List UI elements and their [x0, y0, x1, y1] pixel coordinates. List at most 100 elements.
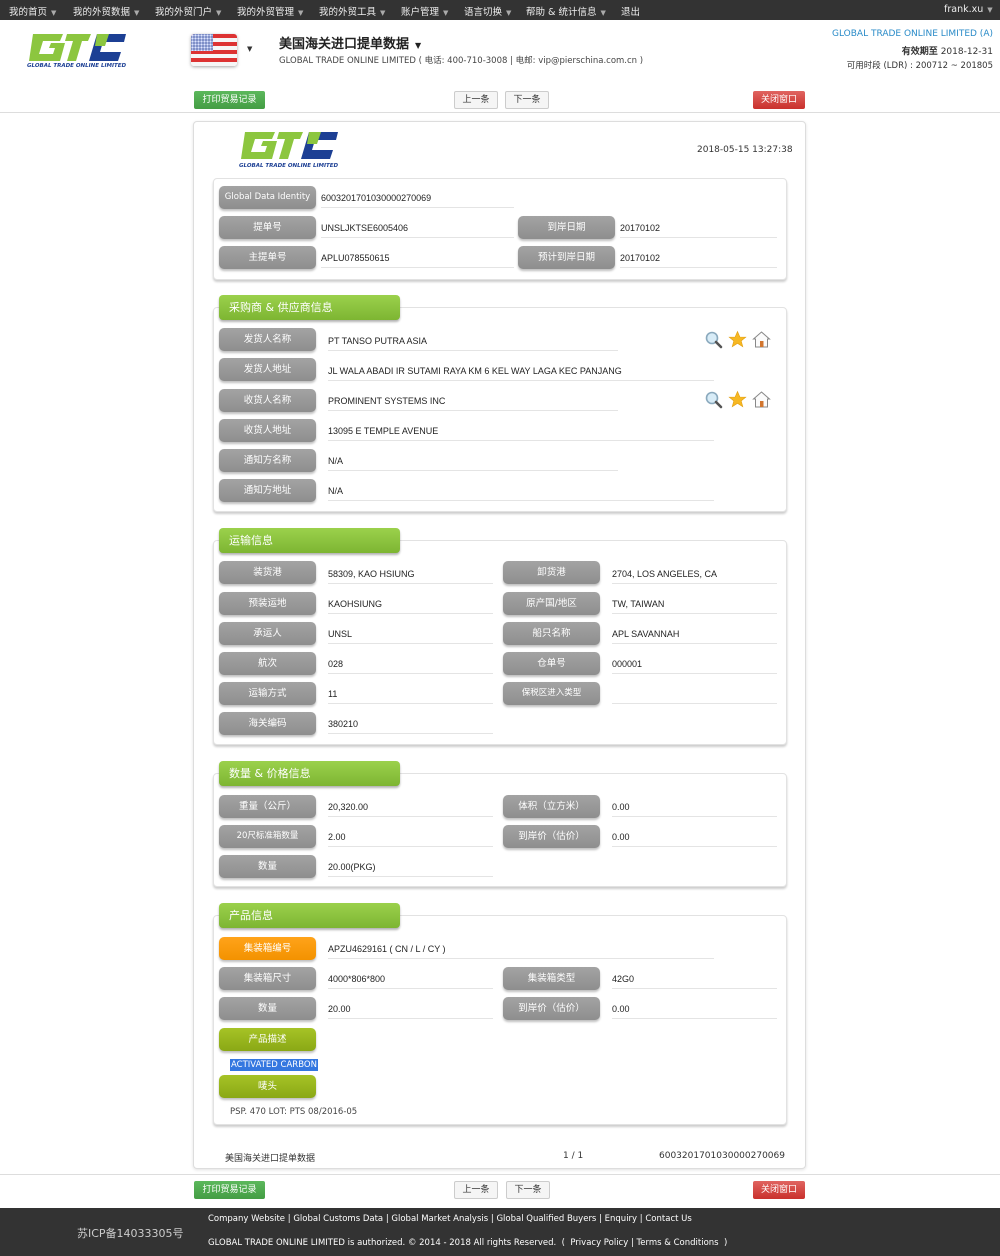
container-number-value: APZU4629161 ( CN / L / CY ) [328, 942, 714, 959]
transport-mode-value: 11 [328, 687, 493, 704]
product-description-label: 产品描述 [219, 1028, 316, 1051]
bol-value: UNSLJKTSE6005406 [321, 221, 514, 238]
contact-info: GLOBAL TRADE ONLINE LIMITED ( 电话: 400-71… [279, 56, 644, 66]
footer-link-global-market-analysis[interactable]: Global Market Analysis [391, 1214, 488, 1224]
expiry-date: 2018-12-31 [940, 47, 993, 57]
record-id: 6003201701030000270069 [659, 1151, 785, 1161]
next-record-button-bottom[interactable]: 下一条 [506, 1181, 550, 1199]
terms-link[interactable]: Terms & Conditions [637, 1238, 719, 1248]
nav-account[interactable]: 账户管理 ▼ [401, 4, 448, 18]
logo-caption: GLOBAL TRADE ONLINE LIMITED [239, 163, 339, 169]
search-icon[interactable] [704, 390, 723, 409]
gto-logo[interactable]: GLOBAL TRADE ONLINE LIMITED [25, 28, 130, 75]
nav-language-label: 语言切换 [464, 7, 503, 18]
origin-label: 原产国/地区 [503, 592, 600, 615]
icp-number: 苏ICP备14033305号 [77, 1227, 184, 1240]
chevron-down-icon: ▼ [134, 9, 140, 17]
page-indicator: 1 / 1 [563, 1151, 584, 1161]
chevron-down-icon: ▼ [415, 41, 422, 50]
est-arrival-label: 预计到岸日期 [518, 246, 615, 269]
nav-account-label: 账户管理 [401, 7, 440, 18]
nav-help-stats[interactable]: 帮助 & 统计信息 ▼ [526, 4, 606, 18]
divider [0, 112, 1000, 113]
privacy-policy-link[interactable]: Privacy Policy [570, 1238, 628, 1248]
consignee-name-label: 收货人名称 [219, 389, 316, 412]
nav-home[interactable]: 我的首页 ▼ [9, 4, 56, 18]
teu-label: 20尺标准箱数量 [219, 825, 316, 848]
prev-record-button[interactable]: 上一条 [454, 91, 498, 109]
shipper-actions [704, 330, 771, 349]
nav-trade-tools[interactable]: 我的外贸工具 ▼ [319, 4, 385, 18]
nav-trade-tools-label: 我的外贸工具 [319, 7, 377, 18]
star-icon[interactable] [728, 330, 747, 349]
chevron-down-icon: ▼ [51, 9, 57, 17]
carrier-value: UNSL [328, 627, 493, 644]
cif-value-label: 到岸价（估价） [503, 825, 600, 848]
product-value-value: 0.00 [612, 1002, 777, 1019]
top-navigation-bar: 我的首页 ▼ 我的外贸数据 ▼ 我的外贸门户 ▼ 我的外贸管理 ▼ 我的外贸工具 ▼ 账户… [0, 0, 1000, 20]
user-menu[interactable]: frank.xu ▼ [944, 4, 993, 15]
page-title[interactable]: 美国海关进口提单数据 ▼ [279, 33, 421, 52]
us-flag-icon[interactable] [191, 34, 237, 66]
nav-help-stats-label: 帮助 & 统计信息 [526, 7, 597, 18]
close-window-button-bottom[interactable]: 关闭窗口 [753, 1181, 805, 1199]
footer-link-company-website[interactable]: Company Website [208, 1214, 285, 1224]
pre-carriage-value: KAOHSIUNG [328, 597, 493, 614]
home-icon[interactable] [752, 390, 771, 409]
prev-record-button-bottom[interactable]: 上一条 [454, 1181, 498, 1199]
shipper-address-value: JL WALA ABADI IR SUTAMI RAYA KM 6 KEL WA… [328, 364, 714, 381]
nav-language[interactable]: 语言切换 ▼ [464, 4, 511, 18]
copyright: GLOBAL TRADE ONLINE LIMITED is authorize… [208, 1238, 728, 1248]
bonded-type-value [612, 687, 777, 704]
consignee-address-label: 收货人地址 [219, 419, 316, 442]
voyage-value: 028 [328, 657, 493, 674]
container-type-label: 集装箱类型 [503, 967, 600, 990]
star-icon[interactable] [728, 390, 747, 409]
print-record-button[interactable]: 打印贸易记录 [194, 91, 265, 109]
footer-links: Company Website | Global Customs Data | … [208, 1214, 692, 1224]
flag-dropdown-caret-icon[interactable]: ▼ [247, 45, 252, 53]
load-port-value: 58309, KAO HSIUNG [328, 567, 493, 584]
master-bol-label: 主提单号 [219, 246, 316, 269]
vessel-value: APL SAVANNAH [612, 627, 777, 644]
search-icon[interactable] [704, 330, 723, 349]
nav-trade-management[interactable]: 我的外贸管理 ▼ [237, 4, 303, 18]
expiry-label: 有效期至 [901, 47, 938, 57]
nav-trade-data[interactable]: 我的外贸数据 ▼ [73, 4, 139, 18]
manifest-label: 仓单号 [503, 652, 600, 675]
bonded-type-label: 保税区进入类型 [503, 682, 600, 705]
footer-link-global-customs-data[interactable]: Global Customs Data [293, 1214, 383, 1224]
close-window-button[interactable]: 关闭窗口 [753, 91, 805, 109]
cif-value-value: 0.00 [612, 830, 777, 847]
volume-label: 体积（立方米） [503, 795, 600, 818]
consignee-actions [704, 390, 771, 409]
product-quantity-value: 20.00 [328, 1002, 493, 1019]
chevron-down-icon: ▼ [216, 9, 222, 17]
hs-code-label: 海关编码 [219, 712, 316, 735]
nav-trade-data-label: 我的外贸数据 [73, 7, 131, 18]
bol-label: 提单号 [219, 216, 316, 239]
nav-logout[interactable]: 退出 [621, 4, 640, 18]
manifest-value: 000001 [612, 657, 777, 674]
next-record-button[interactable]: 下一条 [505, 91, 549, 109]
footer-link-global-qualified-buyers[interactable]: Global Qualified Buyers [496, 1214, 596, 1224]
arrival-date-value: 20170102 [620, 221, 777, 238]
footer-link-enquiry[interactable]: Enquiry [605, 1214, 637, 1224]
section-title-transport: 运输信息 [219, 528, 400, 553]
footer-link-contact-us[interactable]: Contact Us [645, 1214, 691, 1224]
master-bol-value: APLU078550615 [321, 251, 514, 268]
record-timestamp: 2018-05-15 13:27:38 [697, 145, 793, 155]
page-title-text: 美国海关进口提单数据 [279, 37, 410, 52]
chevron-down-icon: ▼ [600, 9, 606, 17]
marks-label: 唛头 [219, 1075, 316, 1098]
home-icon[interactable] [752, 330, 771, 349]
shipper-name-label: 发货人名称 [219, 328, 316, 351]
company-name: GLOBAL TRADE ONLINE LIMITED (A) [832, 29, 993, 39]
weight-value: 20,320.00 [328, 800, 493, 817]
ldr-range: 200712 ~ 201805 [915, 61, 993, 71]
print-record-button-bottom[interactable]: 打印贸易记录 [194, 1181, 265, 1199]
voyage-label: 航次 [219, 652, 316, 675]
nav-trade-portal[interactable]: 我的外贸门户 ▼ [155, 4, 221, 18]
notify-name-label: 通知方名称 [219, 449, 316, 472]
data-source: 美国海关进口提单数据 [225, 1154, 316, 1164]
